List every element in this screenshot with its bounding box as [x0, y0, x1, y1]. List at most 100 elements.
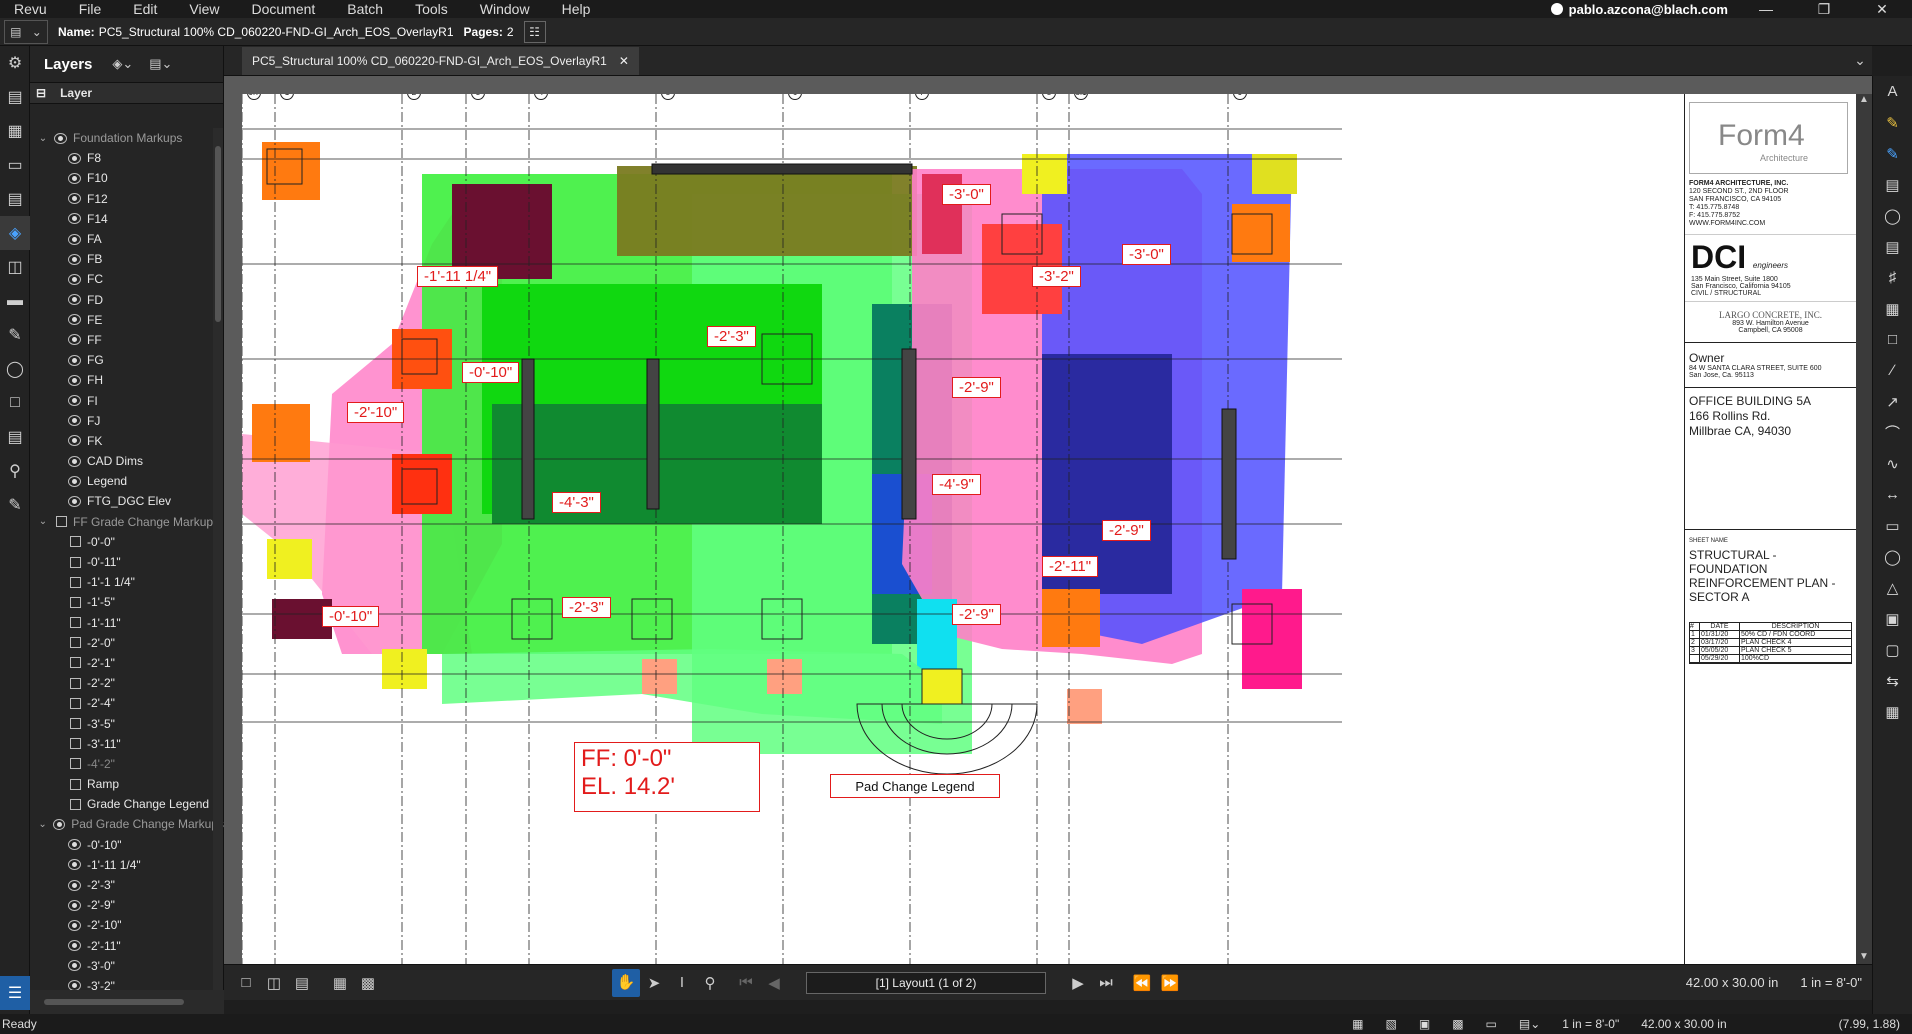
layer-item[interactable]: F8	[30, 148, 224, 168]
drawing-canvas[interactable]: 0.7123456788.19 -3'-0"-1'-11 1/4"-3'-2"-…	[242, 94, 1856, 964]
sync-icon[interactable]: ▦	[326, 974, 354, 992]
layer-item[interactable]: -3'-11"	[30, 734, 224, 754]
elevation-label[interactable]: -2'-11"	[1042, 556, 1099, 577]
length-icon[interactable]: ⇆	[1873, 665, 1912, 696]
bookmarks-icon[interactable]: ▭	[0, 148, 30, 182]
visibility-checkbox[interactable]	[70, 637, 81, 649]
layer-item[interactable]: -0'-11"	[30, 552, 224, 572]
layer-group[interactable]: ⌄ FF Grade Change Markups	[30, 512, 224, 532]
layer-item[interactable]: -1'-11 1/4"	[30, 855, 224, 875]
signatures-icon[interactable]: ✎	[0, 318, 30, 352]
layer-item[interactable]: -1'-1 1/4"	[30, 572, 224, 592]
next-view-icon[interactable]: ⏩	[1156, 974, 1184, 992]
canvas-vertical-scrollbar[interactable]: ▲ ▼	[1856, 94, 1872, 964]
expand-toggle-icon[interactable]: ⌄	[36, 819, 49, 830]
menu-help[interactable]: Help	[548, 1, 609, 17]
layer-item[interactable]: -1'-5"	[30, 592, 224, 612]
stamp-icon[interactable]: ♯	[1873, 262, 1912, 293]
restore-button[interactable]: ❐	[1804, 1, 1844, 18]
layer-item[interactable]: FB	[30, 249, 224, 269]
page-selector[interactable]: [1] Layout1 (1 of 2)	[806, 971, 1046, 994]
tab-document[interactable]: PC5_Structural 100% CD_060220-FND-GI_Arc…	[242, 47, 639, 75]
document-menu-button[interactable]: ▤ ⌄	[4, 19, 48, 44]
layer-item[interactable]: -1'-11"	[30, 613, 224, 633]
layer-item[interactable]: Ramp	[30, 774, 224, 794]
pad-change-legend[interactable]: Pad Change Legend	[830, 774, 1000, 798]
elevation-label[interactable]: -1'-11 1/4"	[417, 266, 499, 287]
layer-item[interactable]: FE	[30, 310, 224, 330]
spaces-icon[interactable]: ◫	[0, 250, 30, 284]
forms-icon[interactable]: ✎	[0, 488, 30, 522]
eye-icon[interactable]	[68, 374, 81, 386]
close-window-button[interactable]: ✕	[1862, 1, 1902, 18]
settings-icon[interactable]: ⚙	[0, 46, 30, 80]
snapshot-icon[interactable]: □	[1873, 324, 1912, 355]
expand-toggle-icon[interactable]: ⌄	[36, 133, 50, 144]
eye-icon[interactable]	[54, 132, 67, 144]
layer-item[interactable]: FH	[30, 370, 224, 390]
thumbnails-icon[interactable]: ▦	[0, 114, 30, 148]
line-icon[interactable]: ∕	[1873, 355, 1912, 386]
file-access-icon[interactable]: ▤	[0, 80, 30, 114]
eye-icon[interactable]	[68, 152, 81, 164]
zoom-tool-icon[interactable]: ⚲	[696, 974, 724, 992]
polygon-icon[interactable]: △	[1873, 572, 1912, 603]
elevation-label[interactable]: -4'-9"	[932, 474, 981, 495]
layer-item[interactable]: F14	[30, 209, 224, 229]
layer-item[interactable]: Legend	[30, 471, 224, 491]
layer-item[interactable]: -2'-9"	[30, 895, 224, 915]
layer-item[interactable]: -2'-2"	[30, 673, 224, 693]
split-vertical-icon[interactable]: ◫	[260, 974, 288, 992]
user-account[interactable]: pablo.azcona@blach.com	[1550, 2, 1728, 17]
layer-item[interactable]: FI	[30, 390, 224, 410]
eye-icon[interactable]	[68, 253, 81, 265]
pan-tool-icon[interactable]: ✋	[612, 968, 640, 997]
layer-item[interactable]: -4'-2"	[30, 754, 224, 774]
layers-icon[interactable]: ◈	[0, 216, 30, 250]
split-horizontal-icon[interactable]: ▤	[288, 974, 316, 992]
menu-tools[interactable]: Tools	[401, 1, 466, 17]
text-box-icon[interactable]: A	[1873, 76, 1912, 107]
layer-item[interactable]: F10	[30, 168, 224, 188]
eye-icon[interactable]	[68, 334, 81, 346]
elevation-label[interactable]: -0'-10"	[322, 606, 380, 627]
eye-icon[interactable]	[68, 395, 81, 407]
eye-icon[interactable]	[68, 354, 81, 366]
last-page-icon[interactable]: ⏭	[1092, 974, 1120, 991]
visibility-checkbox[interactable]	[70, 677, 81, 689]
callout-icon[interactable]: ▤	[1873, 169, 1912, 200]
ellipse-icon[interactable]: ◯	[1873, 541, 1912, 572]
polyline-icon[interactable]: ∿	[1873, 448, 1912, 479]
layer-item[interactable]: F12	[30, 189, 224, 209]
cloud-icon[interactable]: ◯	[1873, 200, 1912, 231]
eye-icon[interactable]	[68, 172, 81, 184]
scroll-up-icon[interactable]: ▲	[1856, 94, 1872, 105]
eye-icon[interactable]	[68, 193, 81, 205]
image-icon[interactable]: ▦	[1873, 293, 1912, 324]
tool-chest-icon[interactable]: ▤	[0, 182, 30, 216]
layer-item[interactable]: FD	[30, 290, 224, 310]
previous-view-icon[interactable]: ⏪	[1128, 974, 1156, 992]
layer-item[interactable]: -2'-1"	[30, 653, 224, 673]
menu-window[interactable]: Window	[466, 1, 548, 17]
eye-icon[interactable]	[68, 879, 81, 891]
h-scroll-thumb[interactable]	[44, 999, 184, 1005]
links-icon[interactable]: ◯	[0, 352, 30, 386]
reuse-icon[interactable]: ▭	[1486, 1017, 1497, 1031]
elevation-label[interactable]: -3'-2"	[1032, 266, 1081, 287]
visibility-checkbox[interactable]	[70, 576, 81, 588]
dimension-icon[interactable]: ↔	[1873, 479, 1912, 510]
measurements-icon[interactable]: ▬	[0, 284, 30, 318]
eye-icon[interactable]	[68, 495, 81, 507]
minimize-button[interactable]: —	[1746, 1, 1786, 17]
close-tab-icon[interactable]: ✕	[619, 54, 629, 68]
visibility-checkbox[interactable]	[70, 778, 81, 790]
layers-horizontal-scrollbar[interactable]	[30, 990, 224, 1014]
layer-item[interactable]: FF	[30, 330, 224, 350]
grid-icon[interactable]: ▦	[1352, 1017, 1363, 1031]
text-select-icon[interactable]: I	[668, 974, 696, 991]
elevation-label[interactable]: -0'-10"	[462, 362, 520, 383]
snap-to-content-icon[interactable]: ▣	[1419, 1017, 1430, 1031]
arrow-icon[interactable]: ↗	[1873, 386, 1912, 417]
select-tool-icon[interactable]: ➤	[640, 974, 668, 992]
